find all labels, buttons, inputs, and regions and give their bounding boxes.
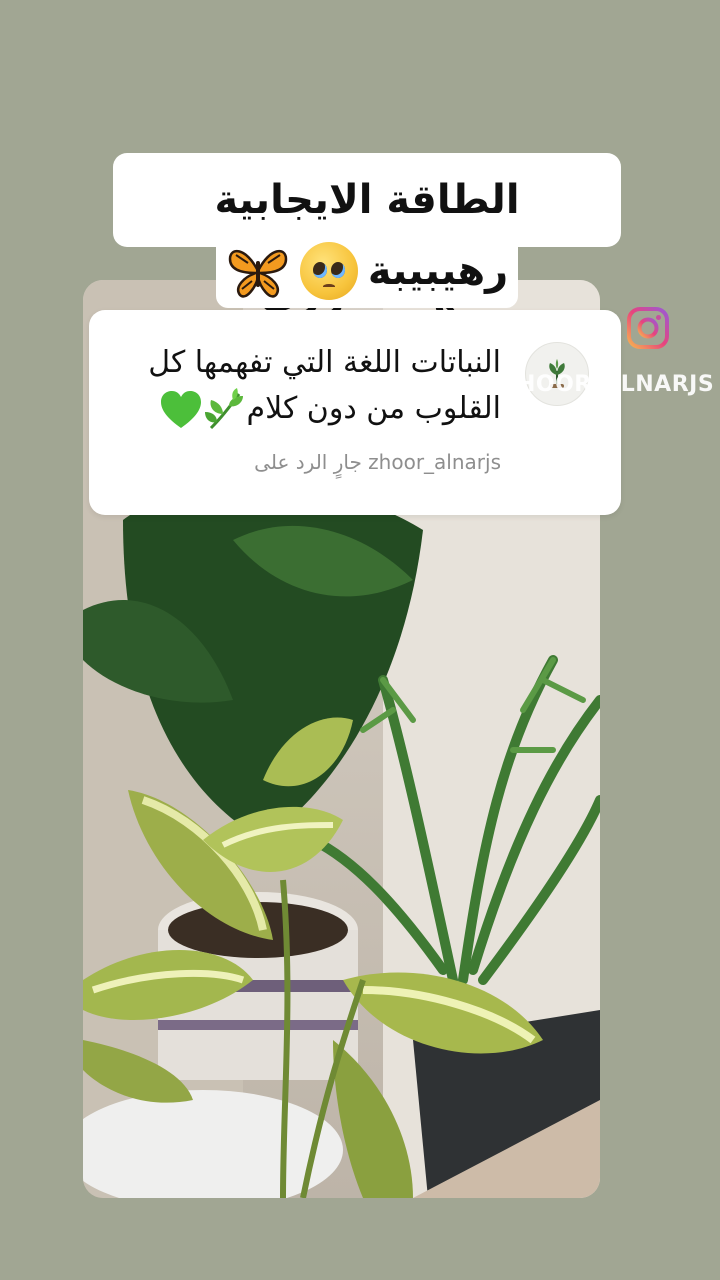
reply-meta: جارٍ الرد على zhoor_alnarjs xyxy=(254,450,501,474)
herb-icon xyxy=(204,387,243,429)
pleading-face-icon xyxy=(299,242,358,300)
butterfly-icon xyxy=(228,249,288,298)
title-word: رهيبيبة xyxy=(367,248,509,294)
instagram-icon xyxy=(627,307,669,349)
title-line-1: الطاقة الايجابية بهالستوري xyxy=(113,153,621,317)
title-line-2: رهيبيبة xyxy=(216,234,518,308)
reply-card[interactable]: النباتات اللغة التي تفهمها كل القلوب من … xyxy=(89,310,621,515)
reply-line-1: النباتات اللغة التي تفهمها كل xyxy=(148,345,501,380)
reply-text: النباتات اللغة التي تفهمها كل القلوب من … xyxy=(101,340,501,432)
watermark-handle: @ZHOOR_ALNARJS xyxy=(478,372,715,397)
green-heart-icon xyxy=(160,390,201,428)
reply-line-2: القلوب من دون كلام xyxy=(246,391,501,426)
